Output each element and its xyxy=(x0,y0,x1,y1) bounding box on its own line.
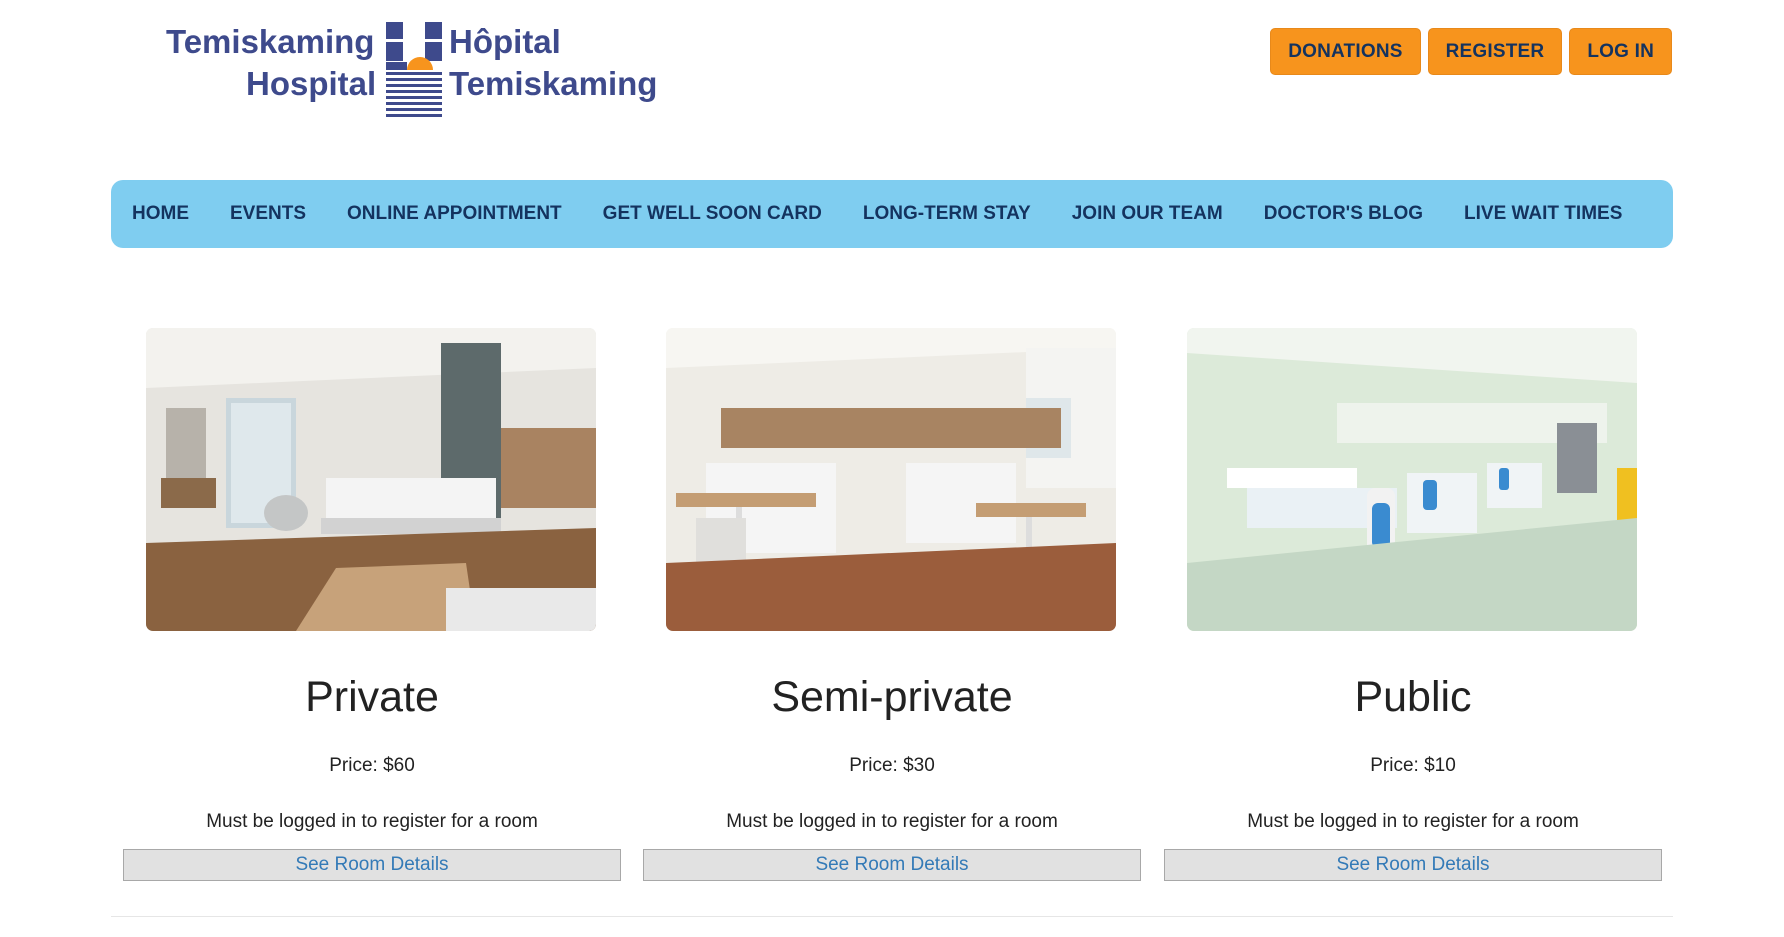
room-photo-semi-private xyxy=(666,328,1116,631)
nav-online-appointment[interactable]: ONLINE APPOINTMENT xyxy=(347,203,562,225)
see-room-details-button[interactable]: See Room Details xyxy=(643,849,1141,881)
logo-text-en-line1: Temiskaming xyxy=(166,23,375,60)
nav-events[interactable]: EVENTS xyxy=(230,203,306,225)
room-title: Public xyxy=(1354,673,1472,721)
room-price: Price: $10 xyxy=(1370,755,1456,776)
nav-live-wait-times[interactable]: LIVE WAIT TIMES xyxy=(1464,203,1622,225)
room-card-public: Public Price: $10 Must be logged in to r… xyxy=(1152,328,1674,888)
room-options: Private Price: $60 Must be logged in to … xyxy=(111,328,1673,888)
hospital-cross-sun-logo-icon xyxy=(386,22,442,117)
donations-button[interactable]: DONATIONS xyxy=(1270,28,1421,75)
footer-divider xyxy=(111,916,1673,917)
logo-text-fr-line1: Hôpital xyxy=(449,23,561,60)
room-photo-private xyxy=(146,328,596,631)
page: Temiskaming Hospital Hôpital Temiskaming… xyxy=(0,0,1784,937)
nav-home[interactable]: HOME xyxy=(132,203,189,225)
room-login-note: Must be logged in to register for a room xyxy=(726,811,1058,832)
main-navbar: HOME EVENTS ONLINE APPOINTMENT GET WELL … xyxy=(111,180,1673,248)
see-room-details-button[interactable]: See Room Details xyxy=(123,849,621,881)
hospital-logo[interactable]: Temiskaming Hospital Hôpital Temiskaming xyxy=(160,18,670,122)
nav-doctors-blog[interactable]: DOCTOR'S BLOG xyxy=(1264,203,1423,225)
room-card-private: Private Price: $60 Must be logged in to … xyxy=(111,328,633,888)
room-price: Price: $30 xyxy=(849,755,935,776)
room-title: Semi-private xyxy=(771,673,1013,721)
top-actions: DONATIONS REGISTER LOG IN xyxy=(1270,28,1672,75)
room-title: Private xyxy=(305,673,439,721)
room-login-note: Must be logged in to register for a room xyxy=(1247,811,1579,832)
room-price: Price: $60 xyxy=(329,755,415,776)
nav-join-our-team[interactable]: JOIN OUR TEAM xyxy=(1072,203,1223,225)
login-button[interactable]: LOG IN xyxy=(1569,28,1672,75)
see-room-details-button[interactable]: See Room Details xyxy=(1164,849,1662,881)
nav-long-term-stay[interactable]: LONG-TERM STAY xyxy=(863,203,1031,225)
room-photo-public xyxy=(1187,328,1637,631)
nav-get-well-soon-card[interactable]: GET WELL SOON CARD xyxy=(603,203,822,225)
register-button[interactable]: REGISTER xyxy=(1427,28,1563,75)
room-card-semi-private: Semi-private Price: $30 Must be logged i… xyxy=(631,328,1153,888)
logo-text-en-line2: Hospital xyxy=(246,65,377,102)
room-login-note: Must be logged in to register for a room xyxy=(206,811,538,832)
logo-text-fr-line2: Temiskaming xyxy=(449,65,658,102)
